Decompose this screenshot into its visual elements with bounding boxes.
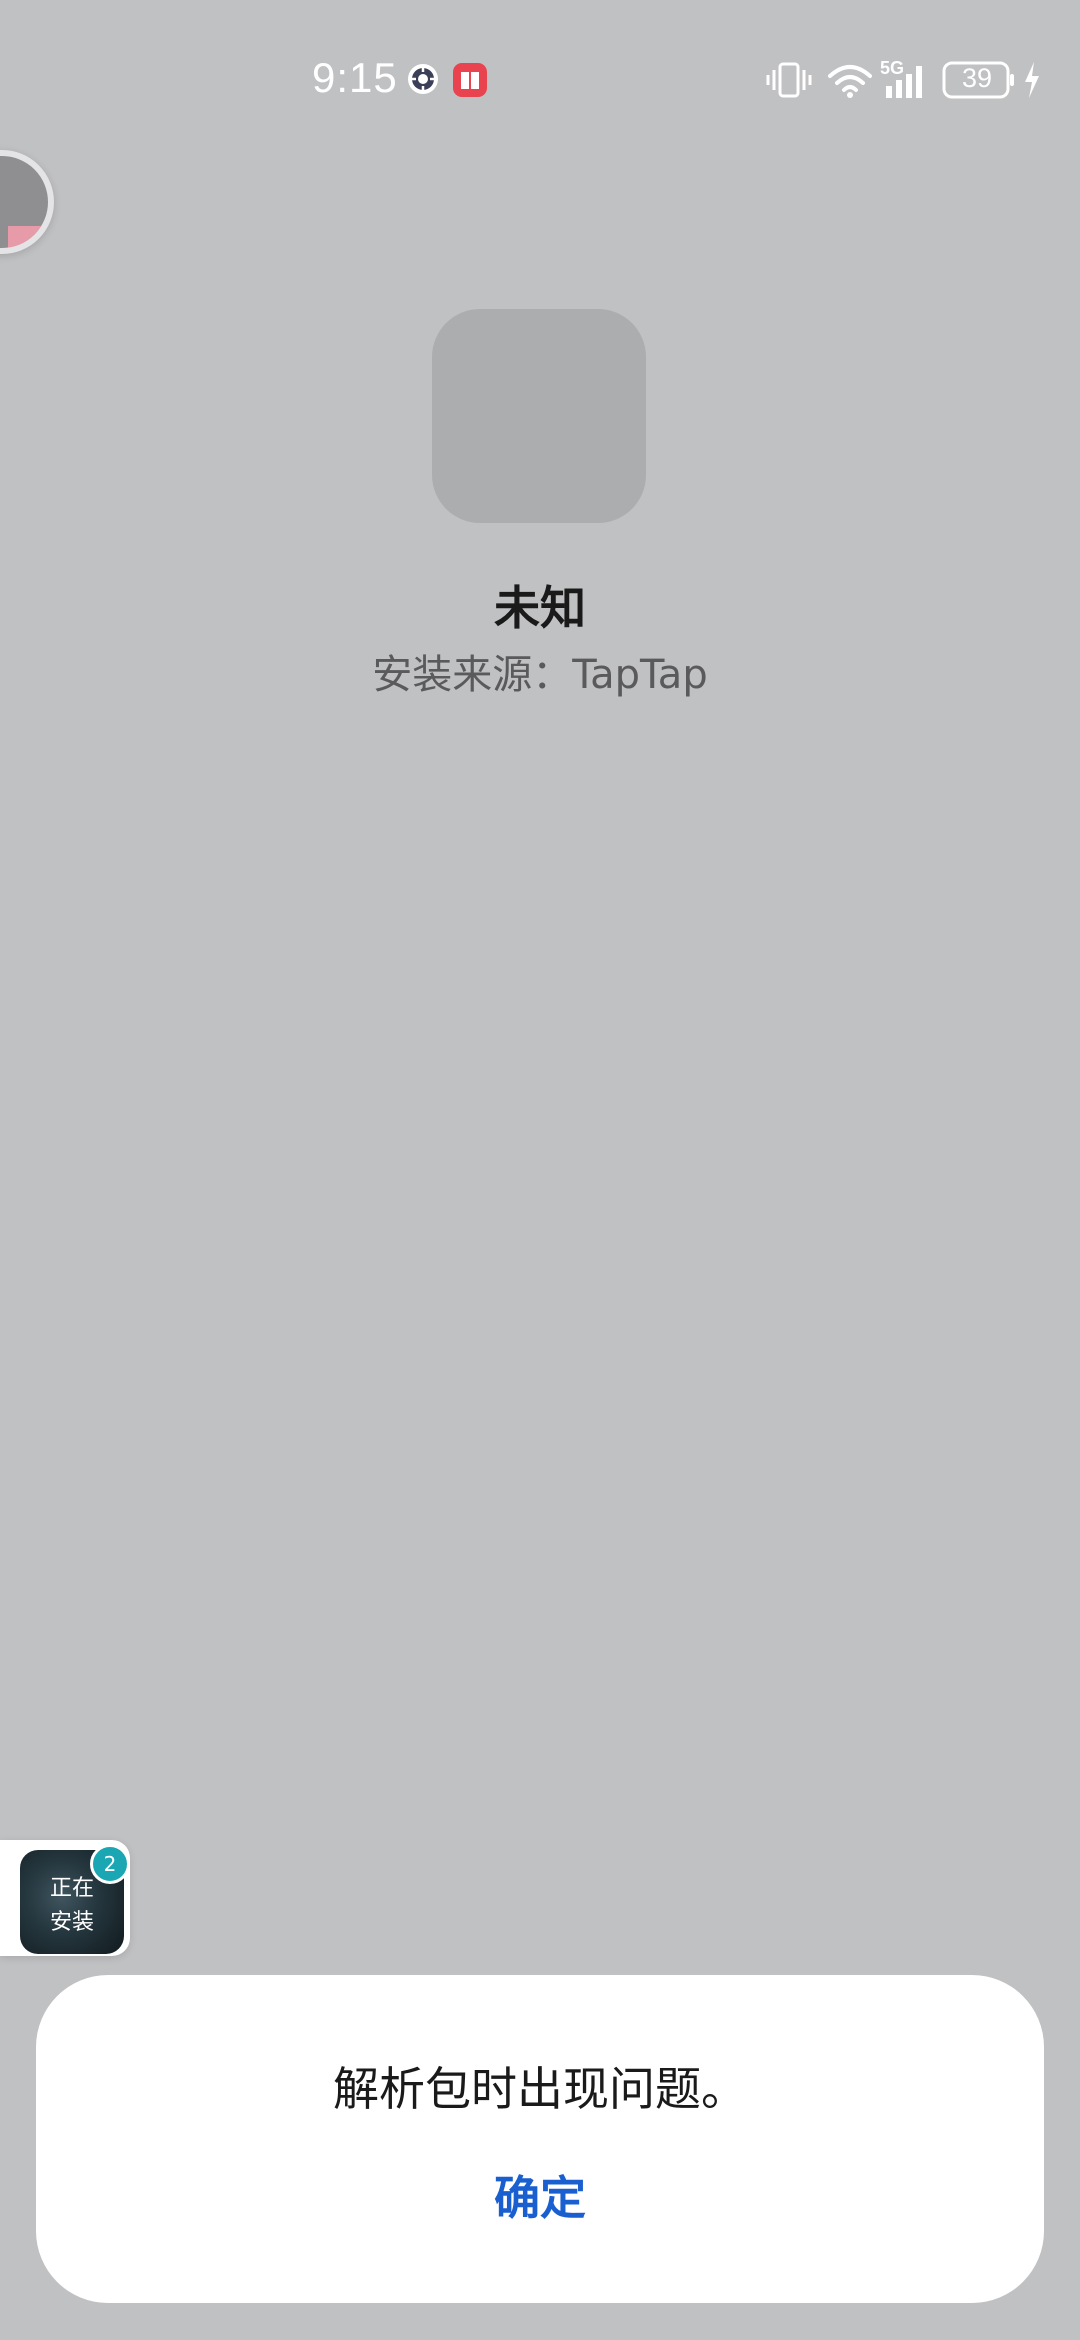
5g-signal-icon xyxy=(886,66,922,98)
status-bar: 9:15 5G 39 xyxy=(0,0,1080,160)
dialog-message: 解析包时出现问题。 xyxy=(333,2062,747,2116)
settings-gear-icon xyxy=(408,64,438,94)
wifi-icon xyxy=(828,65,872,98)
floating-app-bubble[interactable] xyxy=(0,150,54,254)
error-dialog: 解析包时出现问题。 确定 xyxy=(36,1975,1044,2303)
app-icon-placeholder xyxy=(432,309,646,523)
install-source: 安装来源：TapTap xyxy=(372,652,708,698)
battery-level: 39 xyxy=(961,63,993,93)
charging-icon xyxy=(1025,62,1039,98)
installing-count-badge: 2 xyxy=(90,1844,130,1884)
bubble-accent xyxy=(8,226,48,248)
app-name: 未知 xyxy=(494,581,586,635)
confirm-button[interactable]: 确定 xyxy=(440,2155,640,2235)
status-time: 9:15 xyxy=(312,54,398,101)
book-app-icon xyxy=(453,63,487,97)
vibrate-icon xyxy=(766,62,812,98)
